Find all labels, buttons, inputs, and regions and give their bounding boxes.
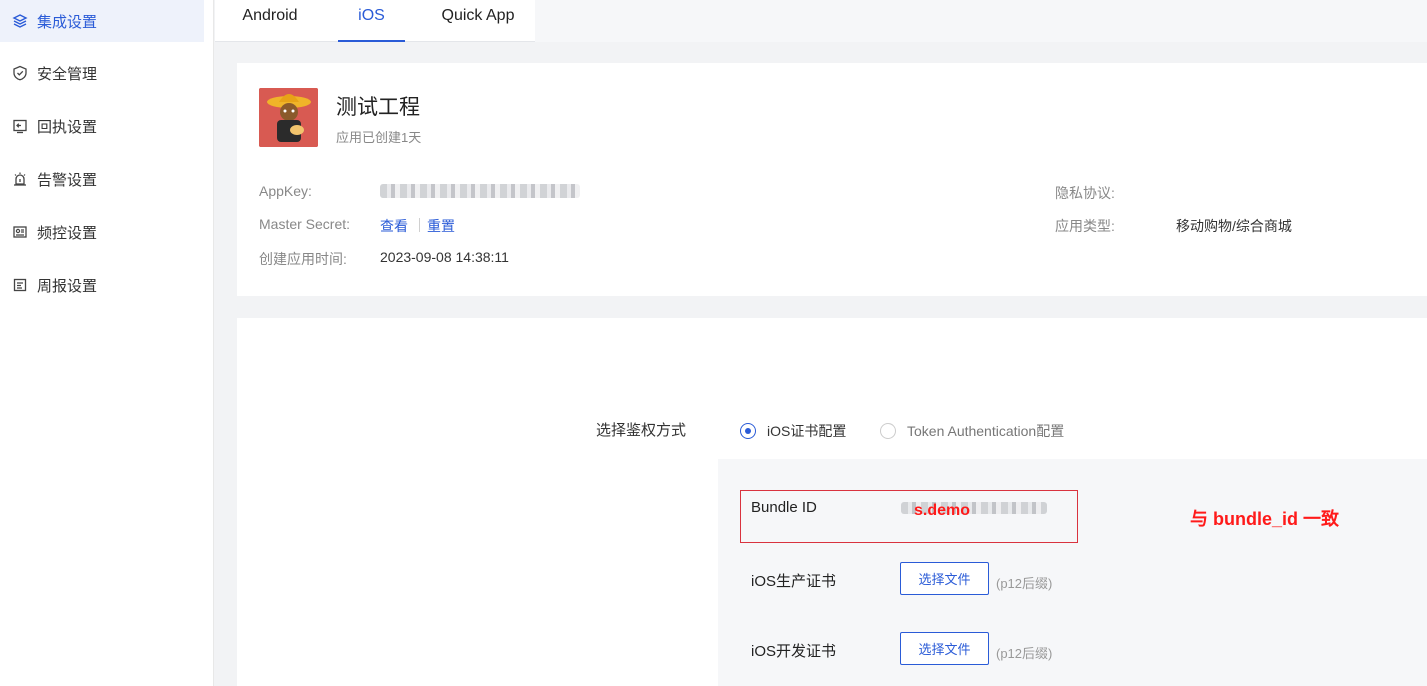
- cert-form-panel: Bundle ID s.demo 与 bundle_id 一致 iOS生产证书 …: [718, 459, 1427, 686]
- receipt-icon: [12, 118, 28, 134]
- sidebar-item-frequency[interactable]: 频控设置: [0, 211, 204, 253]
- tab-quick-app[interactable]: Quick App: [432, 0, 524, 42]
- prod-cert-hint: (p12后缀): [996, 576, 1053, 591]
- radio-dot: [740, 423, 756, 439]
- layers-icon: [12, 13, 28, 29]
- choose-prod-cert-button[interactable]: 选择文件: [900, 562, 989, 595]
- link-divider: [419, 218, 420, 232]
- sidebar: 集成设置 安全管理 回执设置 告警设置 频控设置 周报设置: [0, 0, 214, 686]
- auth-method-label: 选择鉴权方式: [596, 422, 687, 439]
- alarm-icon: [12, 171, 28, 187]
- appkey-value-redacted: [380, 184, 580, 198]
- sidebar-item-label: 周报设置: [37, 277, 98, 295]
- sidebar-item-security[interactable]: 安全管理: [0, 52, 204, 94]
- radio-token-auth[interactable]: Token Authentication配置: [880, 421, 1064, 441]
- app-created-text: 应用已创建1天: [336, 130, 422, 145]
- radio-ios-cert[interactable]: iOS证书配置: [740, 421, 846, 441]
- tab-android[interactable]: Android: [229, 0, 311, 42]
- radio-label: Token Authentication配置: [907, 423, 1065, 439]
- calendar-icon: [12, 277, 28, 293]
- tab-ios[interactable]: iOS: [338, 0, 405, 42]
- tabs-background: [535, 0, 1427, 42]
- choose-dev-cert-button[interactable]: 选择文件: [900, 632, 989, 665]
- sidebar-item-receipt[interactable]: 回执设置: [0, 105, 204, 147]
- sidebar-item-alarm[interactable]: 告警设置: [0, 158, 204, 200]
- bundle-id-label: Bundle ID: [751, 499, 817, 516]
- radio-label: iOS证书配置: [767, 423, 847, 439]
- dev-cert-hint: (p12后缀): [996, 646, 1053, 661]
- bundle-id-highlight-box: [740, 490, 1078, 543]
- frequency-icon: [12, 224, 28, 240]
- create-time-label: 创建应用时间:: [259, 251, 347, 267]
- platform-tabs: Android iOS Quick App: [215, 0, 1427, 42]
- app-info-card: 测试工程 应用已创建1天 AppKey: Master Secret: 查看 重…: [237, 63, 1427, 296]
- master-secret-label: Master Secret:: [259, 216, 351, 232]
- sidebar-item-label: 告警设置: [37, 171, 98, 189]
- annotation-text: 与 bundle_id 一致: [1190, 509, 1340, 529]
- radio-dot: [880, 423, 896, 439]
- view-secret-link[interactable]: 查看: [380, 216, 408, 236]
- prod-cert-label: iOS生产证书: [751, 573, 837, 590]
- shield-icon: [12, 65, 28, 81]
- reset-secret-link[interactable]: 重置: [427, 216, 455, 236]
- sidebar-item-label: 安全管理: [37, 65, 98, 83]
- dev-cert-label: iOS开发证书: [751, 643, 837, 660]
- sidebar-item-label: 回执设置: [37, 118, 98, 136]
- sidebar-item-label: 频控设置: [37, 224, 98, 242]
- app-type-value: 移动购物/综合商城: [1176, 218, 1292, 234]
- sidebar-item-label: 集成设置: [37, 13, 98, 31]
- create-time-value: 2023-09-08 14:38:11: [380, 249, 509, 265]
- privacy-label: 隐私协议:: [1055, 185, 1115, 201]
- ios-config-card: 选择鉴权方式 iOS证书配置 Token Authentication配置 Bu…: [237, 318, 1427, 686]
- bundle-id-visible-value: s.demo: [914, 502, 971, 519]
- appkey-label: AppKey:: [259, 183, 312, 199]
- sidebar-item-weekly-report[interactable]: 周报设置: [0, 264, 204, 306]
- app-type-label: 应用类型:: [1055, 218, 1115, 234]
- app-name: 测试工程: [336, 96, 420, 119]
- sidebar-item-integration-settings[interactable]: 集成设置: [0, 0, 204, 42]
- app-icon: [259, 88, 318, 147]
